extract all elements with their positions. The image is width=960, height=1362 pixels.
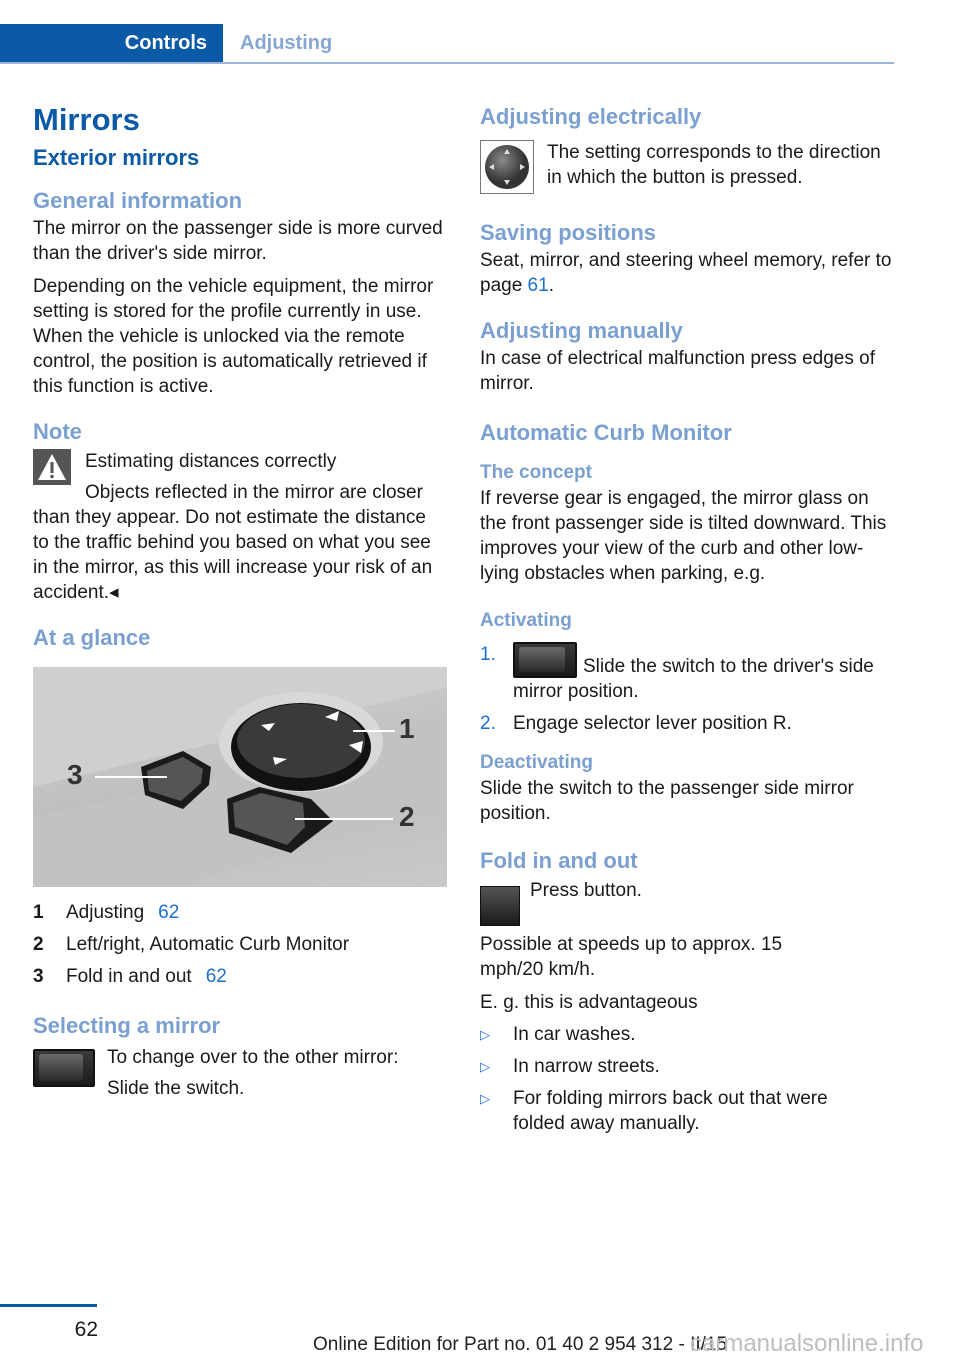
mirror-switch-icon — [513, 642, 577, 678]
heading-adjusting-manually: Adjusting manually — [480, 318, 683, 343]
list-item: 2. Engage selector lever position R. — [480, 713, 792, 734]
photo-legend: 1 Adjusting 62 2 Left/right, Automatic C… — [33, 897, 447, 993]
fold-block: Press button. — [480, 878, 898, 926]
tab-controls[interactable]: Controls — [0, 24, 223, 62]
heading-activating: Activating — [480, 610, 572, 631]
general-paragraph-2: Depending on the vehicle equipment, the … — [33, 276, 434, 397]
heading-fold-in-and-out: Fold in and out — [480, 848, 638, 873]
concept-text: If reverse gear is engaged, the mirror g… — [480, 488, 887, 584]
saving-text: Seat, mirror, and steering wheel memory,… — [480, 250, 892, 296]
page-link[interactable]: 62 — [206, 961, 227, 993]
chapter-header: Controls Adjusting — [0, 24, 894, 64]
right-column: Adjusting electrically The setting corre… — [480, 102, 898, 1143]
direction-pad-icon — [480, 140, 534, 194]
legend-item: 3 Fold in and out 62 — [33, 961, 447, 993]
advantage-intro: E. g. this is advantageous — [480, 992, 698, 1013]
list-item: ▷ For folding mirrors back out that were… — [480, 1088, 828, 1134]
footer-divider — [0, 1304, 97, 1307]
advantage-list: ▷ In car washes. ▷ In narrow streets. ▷ … — [480, 1022, 898, 1136]
legend-item: 1 Adjusting 62 — [33, 897, 447, 929]
list-item: 1. Slide the switch to the driver's side… — [480, 642, 874, 702]
callout-3: 3 — [67, 759, 83, 790]
electric-text: The setting corresponds to the direction… — [547, 142, 881, 188]
heading-note: Note — [33, 419, 82, 444]
page-link[interactable]: 62 — [158, 897, 179, 929]
heading-selecting-a-mirror: Selecting a mirror — [33, 1013, 221, 1038]
heading-automatic-curb-monitor: Automatic Curb Monitor — [480, 420, 732, 445]
heading-general-information: General information — [33, 188, 243, 213]
heading-the-concept: The concept — [480, 462, 592, 483]
left-column: Mirrors Exterior mirrors General informa… — [33, 96, 447, 1101]
electric-block: The setting corresponds to the direction… — [480, 140, 898, 198]
warning-block: Estimating distances correctly Objects r… — [33, 449, 447, 605]
fold-button-icon — [480, 886, 520, 926]
heading-at-a-glance: At a glance — [33, 625, 151, 650]
activating-steps: 1. Slide the switch to the driver's side… — [480, 642, 898, 736]
manual-text: In case of electrical malfunction press … — [480, 348, 875, 394]
warning-text: Objects reflected in the mirror are clos… — [33, 482, 433, 603]
edition-text: Online Edition for Part no. 01 40 2 954 … — [313, 1334, 728, 1355]
speed-text: Possible at speeds up to approx. 15 mph/… — [480, 934, 783, 980]
callout-2: 2 — [399, 801, 415, 832]
list-item: ▷ In narrow streets. — [480, 1056, 660, 1077]
list-item: ▷ In car washes. — [480, 1024, 636, 1045]
warning-title: Estimating distances correctly — [85, 451, 337, 472]
heading-adjusting-electrically: Adjusting electrically — [480, 104, 702, 129]
deactivating-text: Slide the switch to the passenger side m… — [480, 778, 854, 824]
legend-item: 2 Left/right, Automatic Curb Monitor — [33, 934, 350, 955]
mirror-controls-photo: 1 2 3 — [33, 667, 447, 887]
heading-saving-positions: Saving positions — [480, 220, 657, 245]
page-title: Mirrors — [33, 102, 140, 137]
watermark: carmanualsonline.info — [690, 1330, 924, 1357]
tab-adjusting[interactable]: Adjusting — [240, 24, 332, 62]
section-exterior-mirrors: Exterior mirrors — [33, 145, 200, 170]
heading-deactivating: Deactivating — [480, 752, 593, 773]
mirror-switch-icon — [33, 1049, 95, 1087]
general-paragraph-1: The mirror on the passenger side is more… — [33, 218, 443, 264]
page-number: 62 — [74, 1318, 98, 1341]
selecting-block: To change over to the other mirror: Slid… — [33, 1045, 447, 1101]
warning-icon — [33, 449, 71, 485]
page-link[interactable]: 61 — [528, 275, 549, 296]
callout-1: 1 — [399, 713, 415, 744]
